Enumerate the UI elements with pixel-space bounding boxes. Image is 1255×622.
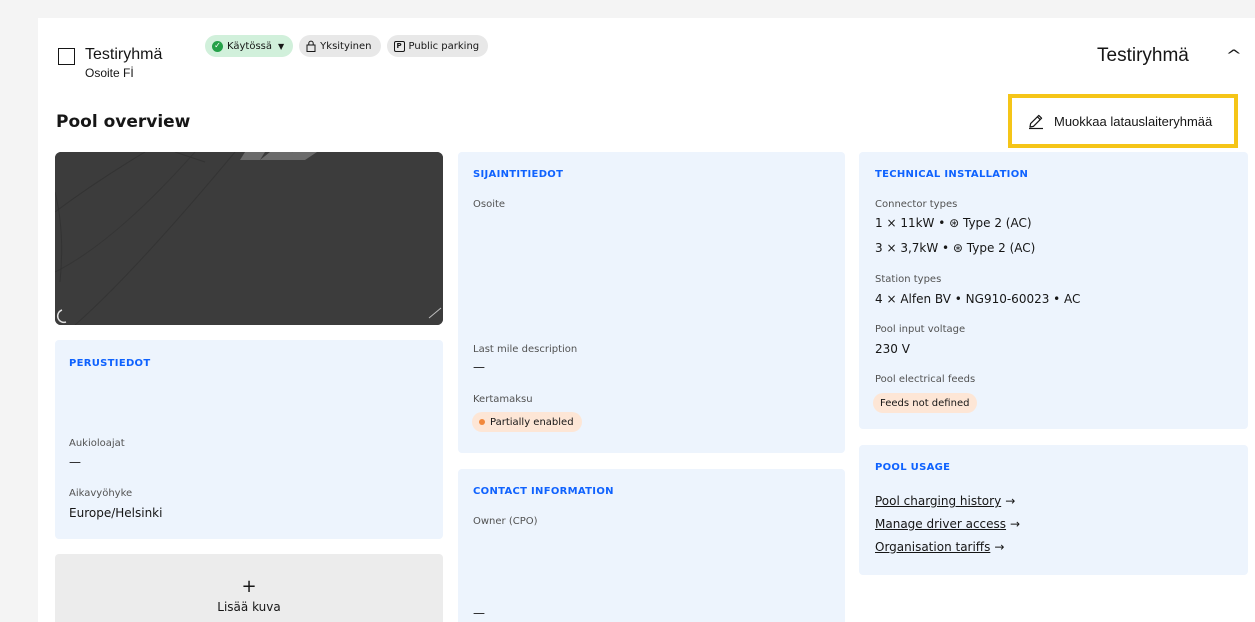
- group-address: Osoite Fİ: [85, 66, 134, 80]
- pool-overview-title: Pool overview: [56, 112, 191, 132]
- last-mile-label: Last mile description: [473, 344, 578, 355]
- parking-icon: P: [393, 40, 405, 52]
- address-label: Osoite: [473, 199, 506, 210]
- technical-card: [859, 152, 1248, 429]
- location-card: [458, 152, 845, 453]
- last-mile-value: —: [473, 360, 485, 374]
- lock-icon: [306, 40, 316, 52]
- parking-label: Public parking: [408, 40, 480, 52]
- organisation-tariffs-label: Organisation tariffs: [875, 540, 991, 554]
- timezone-value: Europe/Helsinki: [69, 506, 163, 520]
- privacy-tag: Yksityinen: [299, 35, 381, 57]
- input-voltage-value: 230 V: [875, 342, 910, 356]
- connector-type-1: 1 × 11kW • ⊛ Type 2 (AC): [875, 216, 1032, 230]
- feeds-value: Feeds not defined: [880, 397, 970, 409]
- map-drawing: [55, 152, 443, 325]
- tag-list: ✓ Käytössä ▼ Yksityinen P Public parking: [205, 35, 489, 57]
- input-voltage-label: Pool input voltage: [875, 324, 966, 335]
- connector-types-label: Connector types: [875, 199, 958, 210]
- status-label: Käytössä: [227, 40, 273, 52]
- opening-hours-label: Aukioloajat: [69, 438, 125, 449]
- owner-label: Owner (CPO): [473, 516, 538, 527]
- checkmark-icon: ✓: [212, 40, 223, 52]
- single-payment-label: Kertamaksu: [473, 394, 533, 405]
- basic-info-heading: PERUSTIEDOT: [69, 358, 151, 369]
- arrow-right-icon: →: [1005, 494, 1016, 508]
- driver-access-link[interactable]: Manage driver access →: [875, 517, 1020, 531]
- arrow-right-icon: →: [994, 540, 1005, 554]
- edit-pool-label: Muokkaa latauslaiteryhmää: [1054, 113, 1213, 129]
- location-heading: SIJAINTITIEDOT: [473, 169, 564, 180]
- single-payment-value: Partially enabled: [490, 416, 574, 428]
- electrical-feeds-label: Pool electrical feeds: [875, 374, 976, 385]
- pool-usage-heading: POOL USAGE: [875, 462, 951, 473]
- single-payment-badge: Partially enabled: [472, 412, 582, 432]
- edit-icon: [1029, 114, 1043, 130]
- partial-dot-icon: [479, 419, 485, 425]
- technical-heading: TECHNICAL INSTALLATION: [875, 169, 1029, 180]
- caret-down-icon: ▼: [278, 41, 285, 51]
- parking-tag: P Public parking: [386, 35, 489, 57]
- map-view[interactable]: [55, 152, 443, 325]
- opening-hours-value: —: [69, 455, 81, 469]
- contact-heading: CONTACT INFORMATION: [473, 486, 614, 497]
- group-title-right: Testiryhmä: [1097, 45, 1189, 66]
- organisation-tariffs-link[interactable]: Organisation tariffs →: [875, 540, 1004, 554]
- timezone-label: Aikavyöhyke: [69, 488, 133, 499]
- driver-access-label: Manage driver access: [875, 517, 1007, 531]
- charging-history-label: Pool charging history: [875, 494, 1002, 508]
- privacy-label: Yksityinen: [320, 40, 372, 52]
- collapse-chevron-icon[interactable]: ^: [1226, 48, 1242, 64]
- group-name: Testiryhmä: [85, 46, 163, 63]
- feeds-badge: Feeds not defined: [873, 393, 978, 413]
- status-dropdown[interactable]: ✓ Käytössä ▼: [205, 35, 294, 57]
- select-checkbox[interactable]: [58, 48, 75, 65]
- add-image-label: Lisää kuva: [217, 600, 281, 614]
- add-image-button[interactable]: + Lisää kuva: [55, 554, 443, 622]
- station-types-label: Station types: [875, 274, 942, 285]
- station-types-value: 4 × Alfen BV • NG910-60023 • AC: [875, 292, 1081, 306]
- arrow-right-icon: →: [1010, 517, 1021, 531]
- plus-icon: +: [241, 576, 257, 597]
- charging-history-link[interactable]: Pool charging history →: [875, 494, 1015, 508]
- edit-pool-button[interactable]: Muokkaa latauslaiteryhmää: [1008, 94, 1238, 148]
- owner-value: —: [473, 606, 485, 620]
- connector-type-2: 3 × 3,7kW • ⊛ Type 2 (AC): [875, 241, 1036, 255]
